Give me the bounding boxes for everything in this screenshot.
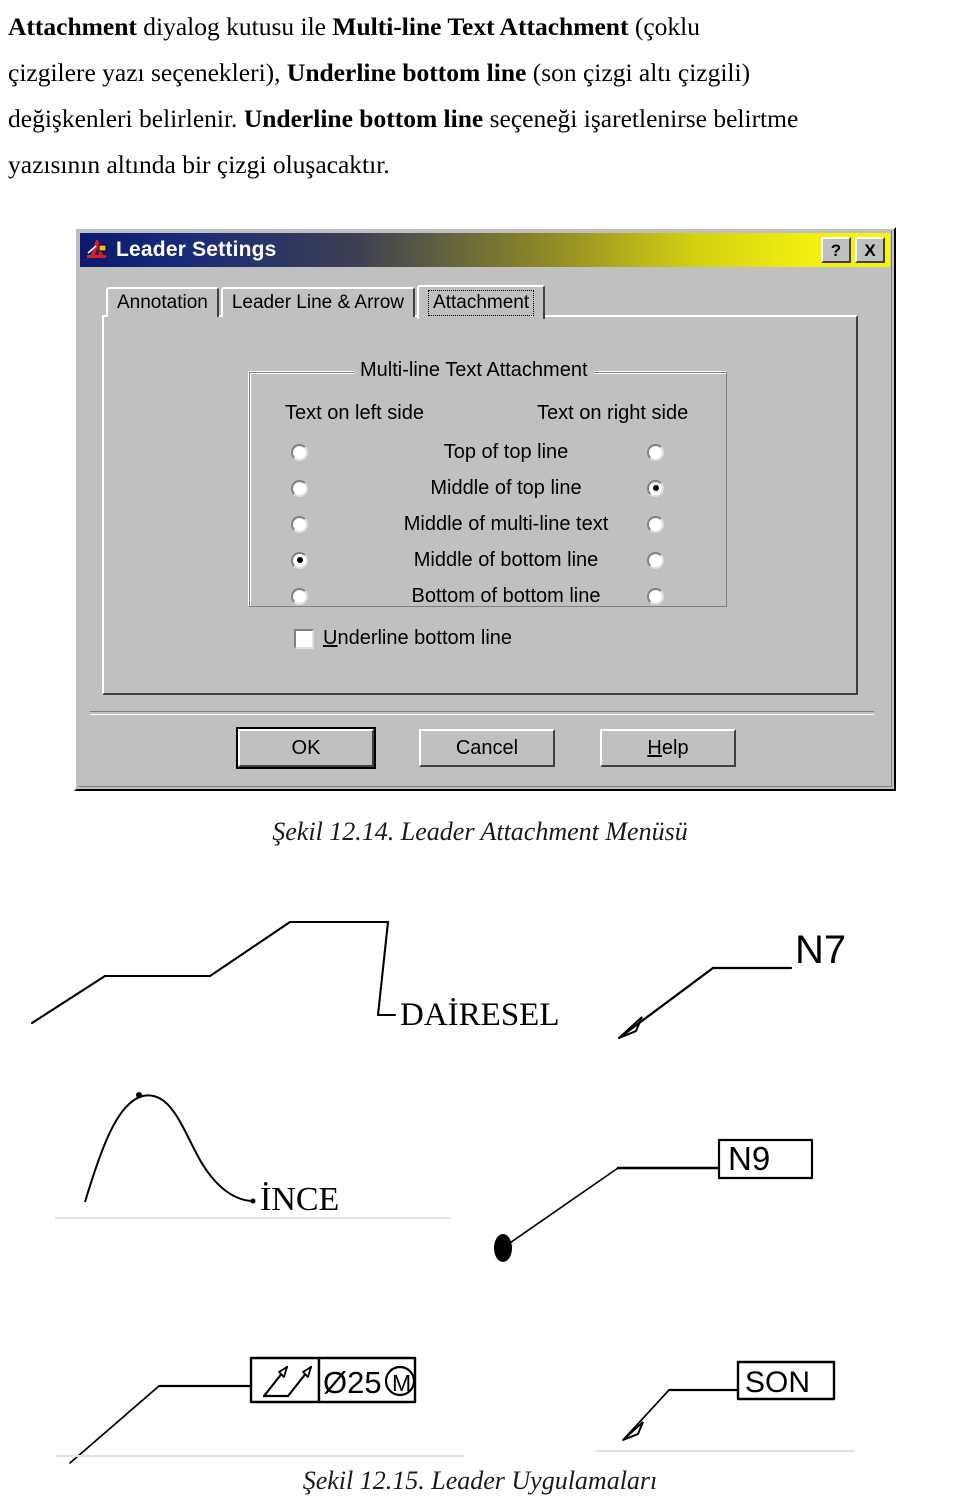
multiline-text-attachment-group: Multi-line Text Attachment Text on left … (249, 359, 727, 607)
autocad-a-icon (83, 236, 111, 264)
dialog-titlebar[interactable]: Leader Settings ? X (80, 233, 890, 267)
ok-button[interactable]: OK (238, 729, 374, 767)
checkbox-accel-char: U (323, 627, 338, 649)
tab-annotation-label: Annotation (117, 292, 208, 313)
radio-right-middle-of-multi-line-text[interactable] (647, 515, 664, 533)
titlebar-buttons: ? X (821, 237, 885, 263)
underline-bottom-line-label: Underline bottom line (323, 627, 512, 650)
leader-son-text: SON (745, 1366, 810, 1399)
prose-line-3: değişkenleri belirlenir. Underline botto… (8, 104, 799, 133)
leader-n9-text: N9 (728, 1140, 770, 1177)
help-accel-char: H (647, 736, 662, 759)
leader-dairesel-drawing: DAİRESEL (10, 900, 580, 1090)
leader-dia25m-drawing: Ø25 M (55, 1345, 475, 1465)
leader-dairesel-text: DAİRESEL (400, 997, 560, 1033)
button-separator (90, 711, 874, 715)
cancel-button[interactable]: Cancel (419, 729, 555, 767)
attachment-tab-panel: Multi-line Text Attachment Text on left … (102, 315, 858, 695)
body-text: Attachment diyalog kutusu ile Multi-line… (8, 4, 952, 188)
leader-n7-text: N7 (795, 928, 846, 972)
checkbox-label-rest: nderline bottom line (337, 627, 513, 649)
leader-settings-dialog: Leader Settings ? X Annotation Leader Li… (74, 227, 896, 791)
option-row-top-of-top-line: Top of top line (249, 434, 727, 470)
prose-line-1: Attachment diyalog kutusu ile Multi-line… (8, 12, 700, 41)
figure-caption-12-14: Şekil 12.14. Leader Attachment Menüsü (272, 817, 688, 846)
dialog-title: Leader Settings (116, 238, 277, 261)
leader-son-drawing: SON (595, 1348, 865, 1460)
leader-ince-drawing: İNCE (55, 1082, 455, 1217)
tab-leader-line-and-arrow[interactable]: Leader Line & Arrow (220, 287, 416, 317)
radio-right-middle-of-top-line[interactable] (647, 479, 664, 497)
drawing-rule-dia-bottom (55, 1455, 465, 1457)
tab-strip: Annotation Leader Line & Arrow Attachmen… (106, 284, 547, 319)
dialog-button-row: OK Cancel Help (76, 729, 898, 767)
tab-leader-line-and-arrow-label: Leader Line & Arrow (231, 292, 405, 313)
prose-line-2: çizgilere yazı seçenekleri), Underline b… (8, 58, 751, 87)
tab-attachment-label: Attachment (428, 290, 535, 316)
tab-attachment[interactable]: Attachment (417, 285, 546, 319)
underline-bottom-line-row[interactable]: Underline bottom line (294, 627, 512, 650)
option-row-bottom-of-bottom-line: Bottom of bottom line (249, 578, 727, 614)
help-button-label: Help (647, 736, 689, 759)
leader-dia25-suffix: M (392, 1370, 411, 1396)
leader-n7-drawing: N7 (595, 915, 875, 1085)
option-row-middle-of-top-line: Middle of top line (249, 470, 727, 506)
drawing-rule-son-bottom (595, 1450, 855, 1452)
ok-button-label: OK (291, 736, 321, 759)
drawing-rule-ince-bottom (55, 1217, 450, 1219)
radio-right-middle-of-bottom-line[interactable] (647, 551, 664, 569)
leader-n9-drawing: N9 (470, 1090, 870, 1290)
option-row-middle-of-multi-line-text: Middle of multi-line text (249, 506, 727, 542)
help-titlebar-button[interactable]: ? (821, 237, 851, 263)
prose-line-4: yazısının altında bir çizgi oluşacaktır. (8, 150, 390, 179)
leader-dia25-text: Ø25 (323, 1365, 382, 1400)
radio-right-top-of-top-line[interactable] (647, 443, 664, 461)
column-header-left: Text on left side (285, 402, 424, 424)
group-legend: Multi-line Text Attachment (354, 359, 594, 382)
underline-bottom-line-checkbox[interactable] (294, 628, 314, 649)
close-icon[interactable]: X (855, 237, 885, 263)
leader-ince-text: İNCE (260, 1181, 339, 1217)
column-header-right: Text on right side (537, 402, 689, 424)
radio-right-bottom-of-bottom-line[interactable] (647, 587, 664, 605)
cancel-button-label: Cancel (455, 736, 519, 759)
tab-annotation[interactable]: Annotation (106, 287, 219, 317)
help-button[interactable]: Help (600, 729, 736, 767)
option-row-middle-of-bottom-line: Middle of bottom line (249, 542, 727, 578)
figure-caption-12-15: Şekil 12.15. Leader Uygulamaları (302, 1466, 658, 1495)
